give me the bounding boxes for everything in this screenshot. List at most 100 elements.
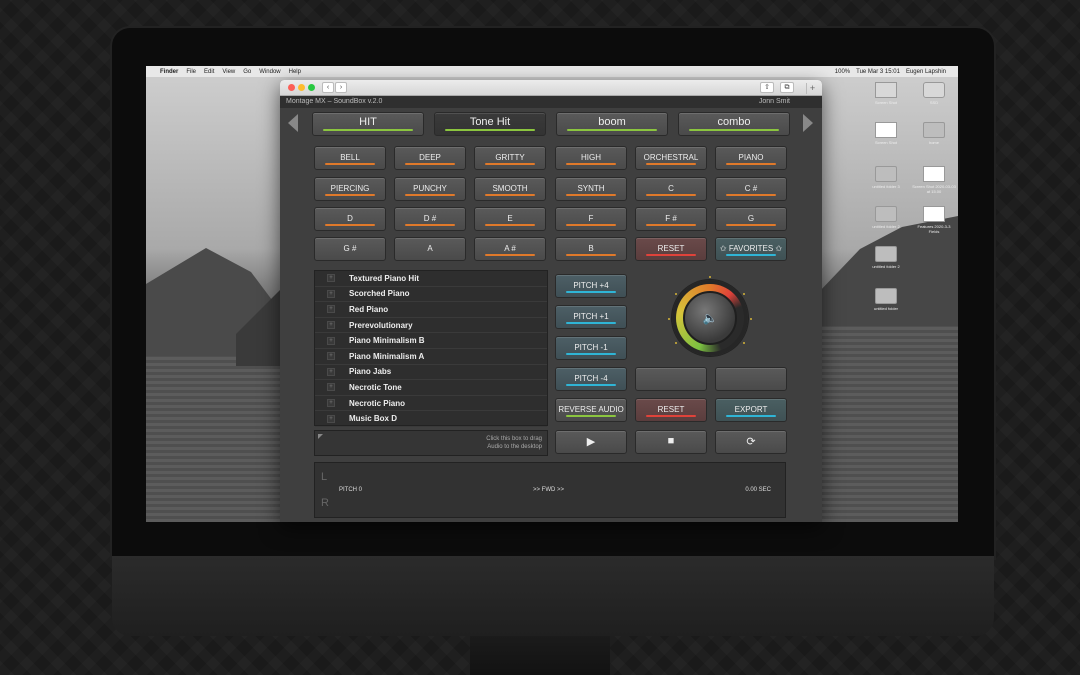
export-button[interactable]: EXPORT	[715, 398, 787, 422]
loop-button[interactable]: ⟳	[715, 430, 787, 454]
next-category-arrow-icon[interactable]	[803, 114, 813, 132]
volume-knob[interactable]: 🔈	[683, 291, 737, 345]
menu-finder[interactable]: Finder	[160, 69, 178, 75]
tag-button[interactable]: PIANO	[715, 146, 787, 170]
category-indicator	[445, 129, 535, 131]
stop-button[interactable]: ■	[635, 430, 707, 454]
list-item[interactable]: + Music Box D	[315, 411, 547, 427]
tag-button[interactable]: BELL	[314, 146, 386, 170]
favorites-button[interactable]: ✩ FAVORITES ✩	[715, 237, 787, 261]
drag-audio-box[interactable]: Click this box to drag Audio to the desk…	[314, 430, 548, 456]
zoom-window-button[interactable]	[308, 84, 315, 91]
list-item[interactable]: + Scorched Piano	[315, 287, 547, 303]
knob-tick	[675, 293, 677, 295]
prev-category-arrow-icon[interactable]	[288, 114, 298, 132]
key-button[interactable]: F	[555, 207, 627, 231]
favorite-checkbox[interactable]: +	[327, 305, 335, 314]
key-button[interactable]: A #	[474, 237, 546, 261]
favorite-checkbox[interactable]: +	[327, 367, 335, 376]
preset-list: + Textured Piano Hit + Scorched Piano + Red…	[314, 270, 548, 427]
play-button[interactable]: ▶	[555, 430, 627, 454]
battery-percent[interactable]: 100%	[835, 69, 850, 75]
empty-slot-button[interactable]	[715, 367, 787, 391]
reset-tags-button[interactable]: RESET	[635, 237, 707, 261]
reverse-audio-button[interactable]: REVERSE AUDIO	[555, 398, 627, 422]
menu-go[interactable]: Go	[243, 69, 251, 75]
reset-audio-button[interactable]: RESET	[635, 398, 707, 422]
desktop-icon[interactable]: untitled folder 2	[864, 246, 908, 269]
tag-button[interactable]: ORCHESTRAL	[635, 146, 707, 170]
list-item[interactable]: + Red Piano	[315, 302, 547, 318]
desktop-icon[interactable]: SSD	[912, 82, 956, 105]
list-item[interactable]: + Textured Piano Hit	[315, 271, 547, 287]
key-button[interactable]: C	[635, 177, 707, 201]
category-hit[interactable]: HIT	[312, 112, 424, 136]
desktop-icon[interactable]: Screen Shot	[864, 82, 908, 105]
list-item[interactable]: + Piano Minimalism B	[315, 333, 547, 349]
menu-file[interactable]: File	[186, 69, 196, 75]
empty-slot-button[interactable]	[635, 367, 707, 391]
tabs-icon[interactable]: ⧉	[780, 82, 794, 93]
key-button[interactable]: G	[715, 207, 787, 231]
key-button[interactable]: D #	[394, 207, 466, 231]
favorite-checkbox[interactable]: +	[327, 289, 335, 298]
menu-window[interactable]: Window	[259, 69, 280, 75]
key-button[interactable]: D	[314, 207, 386, 231]
tag-button[interactable]: PUNCHY	[394, 177, 466, 201]
key-button[interactable]: G #	[314, 237, 386, 261]
desktop-icon[interactable]: Screen Shot	[864, 122, 908, 145]
list-item[interactable]: + Necrotic Piano	[315, 396, 547, 412]
key-button[interactable]: B	[555, 237, 627, 261]
knob-tick	[750, 318, 752, 320]
category-tone-hit[interactable]: Tone Hit	[434, 112, 546, 136]
category-boom[interactable]: boom	[556, 112, 668, 136]
pitch-minus4-button[interactable]: PITCH -4	[555, 367, 627, 391]
app-header: Montage MX – SoundBox v.2.0 Jonn Smit	[280, 96, 822, 108]
category-combo[interactable]: combo	[678, 112, 790, 136]
list-item[interactable]: + Prerevolutionary	[315, 318, 547, 334]
key-button[interactable]: C #	[715, 177, 787, 201]
favorite-checkbox[interactable]: +	[327, 414, 335, 423]
pitch-minus1-button[interactable]: PITCH -1	[555, 336, 627, 360]
tag-button[interactable]: DEEP	[394, 146, 466, 170]
menu-view[interactable]: View	[222, 69, 235, 75]
key-button[interactable]: E	[474, 207, 546, 231]
window-titlebar[interactable]: ‹ › ⇧ ⧉ +	[280, 80, 822, 96]
favorite-checkbox[interactable]: +	[327, 321, 335, 330]
favorite-checkbox[interactable]: +	[327, 399, 335, 408]
desktop-icon[interactable]: Screen Shot 2020-03-03 at 15.00	[912, 166, 956, 194]
list-item[interactable]: + Piano Minimalism A	[315, 349, 547, 365]
list-item[interactable]: + Piano Jabs	[315, 365, 547, 381]
clock[interactable]: Tue Mar 3 15:01	[856, 69, 900, 75]
tag-button[interactable]: HIGH	[555, 146, 627, 170]
pitch-plus4-button[interactable]: PITCH +4	[555, 274, 627, 298]
favorite-checkbox[interactable]: +	[327, 336, 335, 345]
list-item[interactable]: + Necrotic Tone	[315, 380, 547, 396]
favorite-checkbox[interactable]: +	[327, 383, 335, 392]
desktop-icon[interactable]: untitled folder 2	[864, 206, 908, 229]
desktop-icon[interactable]: Features 2020-3-3 Fields	[912, 206, 956, 234]
key-button[interactable]: F #	[635, 207, 707, 231]
close-window-button[interactable]	[288, 84, 295, 91]
forward-icon[interactable]: ›	[335, 82, 347, 93]
key-button[interactable]: A	[394, 237, 466, 261]
desktop-icon[interactable]: untitled folder	[864, 288, 908, 311]
minimize-window-button[interactable]	[298, 84, 305, 91]
new-tab-icon[interactable]: +	[806, 83, 818, 94]
desktop-icon[interactable]: untitled folder 3	[864, 166, 908, 189]
menu-help[interactable]: Help	[289, 69, 301, 75]
tag-button[interactable]: SYNTH	[555, 177, 627, 201]
tag-button[interactable]: SMOOTH	[474, 177, 546, 201]
back-icon[interactable]: ‹	[322, 82, 334, 93]
desktop-icon[interactable]: home	[912, 122, 956, 145]
pitch-plus1-button[interactable]: PITCH +1	[555, 305, 627, 329]
tag-button[interactable]: PIERCING	[314, 177, 386, 201]
menu-edit[interactable]: Edit	[204, 69, 214, 75]
favorite-checkbox[interactable]: +	[327, 274, 335, 283]
knob-tick	[709, 276, 711, 278]
tag-button[interactable]: GRITTY	[474, 146, 546, 170]
favorite-checkbox[interactable]: +	[327, 352, 335, 361]
user-name[interactable]: Eugen Lapshin	[906, 69, 946, 75]
category-indicator	[567, 129, 657, 131]
share-icon[interactable]: ⇧	[760, 82, 774, 93]
